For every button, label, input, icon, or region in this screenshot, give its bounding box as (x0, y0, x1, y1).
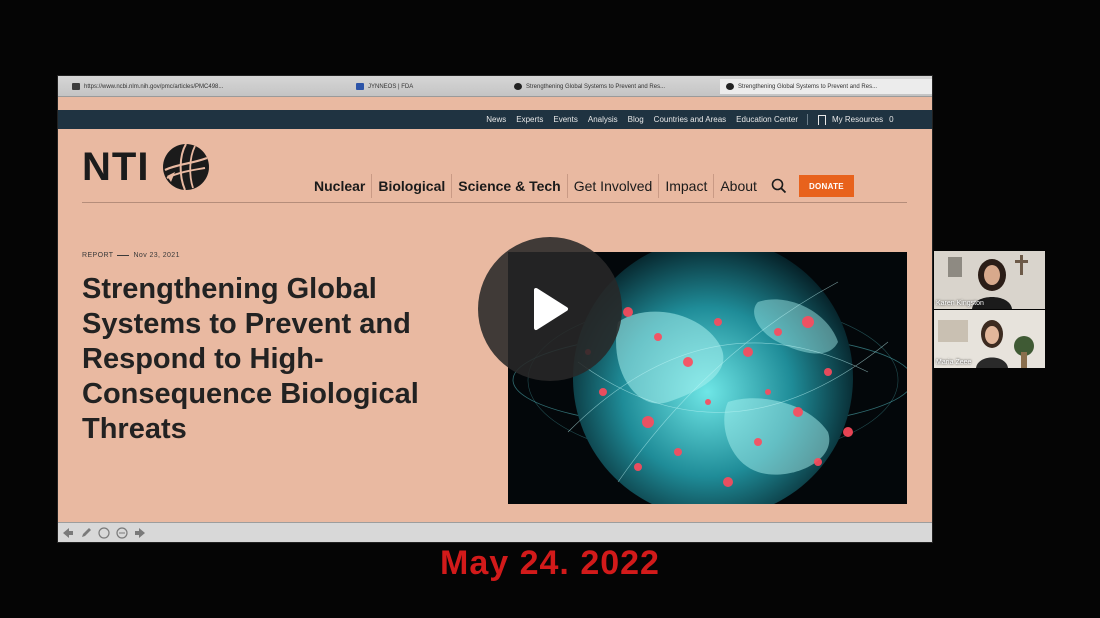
arrow-left-icon[interactable] (62, 527, 74, 539)
my-resources-count: 0 (889, 115, 894, 124)
report-date: Nov 23, 2021 (133, 252, 180, 259)
donate-button[interactable]: DONATE (798, 175, 854, 197)
tab-label: Strengthening Global Systems to Prevent … (738, 83, 878, 90)
overlay-date: May 24. 2022 (440, 544, 660, 582)
utility-link-news[interactable]: News (486, 115, 506, 124)
tab-label: JYNNEOS | FDA (368, 83, 414, 90)
search-icon (771, 178, 787, 194)
my-resources-label: My Resources (832, 115, 884, 124)
play-icon (534, 288, 568, 330)
utility-bar: News Experts Events Analysis Blog Countr… (58, 110, 932, 129)
tab-label: https://www.ncbi.nlm.nih.gov/pmc/article… (84, 83, 224, 90)
divider (807, 114, 808, 125)
bookmark-icon (818, 114, 826, 128)
presentation-toolbar (58, 522, 932, 542)
nav-about[interactable]: About (714, 174, 763, 198)
browser-tab[interactable]: JYNNEOS | FDA (356, 79, 506, 94)
logo-text: NTI (82, 144, 150, 189)
participant-name: Maria Zeee (936, 359, 972, 366)
utility-links: News Experts Events Analysis Blog Countr… (486, 110, 798, 129)
arrow-right-icon[interactable] (134, 527, 146, 539)
participant-video[interactable]: Karen Kingston (934, 251, 1045, 309)
fda-icon (356, 83, 364, 90)
participant-name: Karen Kingston (936, 300, 984, 307)
nav-nuclear[interactable]: Nuclear (308, 174, 373, 198)
pen-icon[interactable] (80, 527, 92, 539)
globe-logo-icon (163, 143, 210, 191)
tab-label: Strengthening Global Systems to Prevent … (526, 83, 666, 90)
article-headline: Strengthening Global Systems to Prevent … (82, 273, 419, 445)
report-meta: REPORT Nov 23, 2021 (82, 252, 180, 259)
nav-science-tech[interactable]: Science & Tech (452, 174, 568, 198)
utility-link-experts[interactable]: Experts (516, 115, 543, 124)
nti-logo[interactable]: NTI (82, 142, 211, 192)
nav-impact[interactable]: Impact (659, 174, 715, 198)
participant-video[interactable]: Maria Zeee (934, 310, 1045, 368)
utility-link-education[interactable]: Education Center (736, 115, 798, 124)
play-button[interactable] (478, 237, 622, 381)
menu-icon[interactable] (116, 527, 128, 539)
dash-divider (117, 255, 130, 256)
divider (82, 202, 907, 203)
browser-tab-strip: https://www.ncbi.nlm.nih.gov/pmc/article… (58, 76, 932, 97)
nav-get-involved[interactable]: Get Involved (568, 174, 660, 198)
reader-icon (72, 83, 80, 90)
browser-tab-active[interactable]: Strengthening Global Systems to Prevent … (720, 79, 932, 94)
browser-tab[interactable]: Strengthening Global Systems to Prevent … (514, 79, 714, 94)
utility-link-countries[interactable]: Countries and Areas (654, 115, 727, 124)
utility-link-analysis[interactable]: Analysis (588, 115, 618, 124)
main-nav: Nuclear Biological Science & Tech Get In… (308, 174, 854, 198)
browser-tab[interactable]: https://www.ncbi.nlm.nih.gov/pmc/article… (72, 79, 322, 94)
nti-icon (726, 83, 734, 90)
report-type: REPORT (82, 252, 114, 259)
my-resources-link[interactable]: My Resources 0 (818, 110, 894, 129)
nav-biological[interactable]: Biological (372, 174, 453, 198)
utility-link-events[interactable]: Events (553, 115, 577, 124)
zoom-icon[interactable] (98, 527, 110, 539)
nti-icon (514, 83, 522, 90)
search-button[interactable] (767, 174, 791, 198)
utility-link-blog[interactable]: Blog (628, 115, 644, 124)
